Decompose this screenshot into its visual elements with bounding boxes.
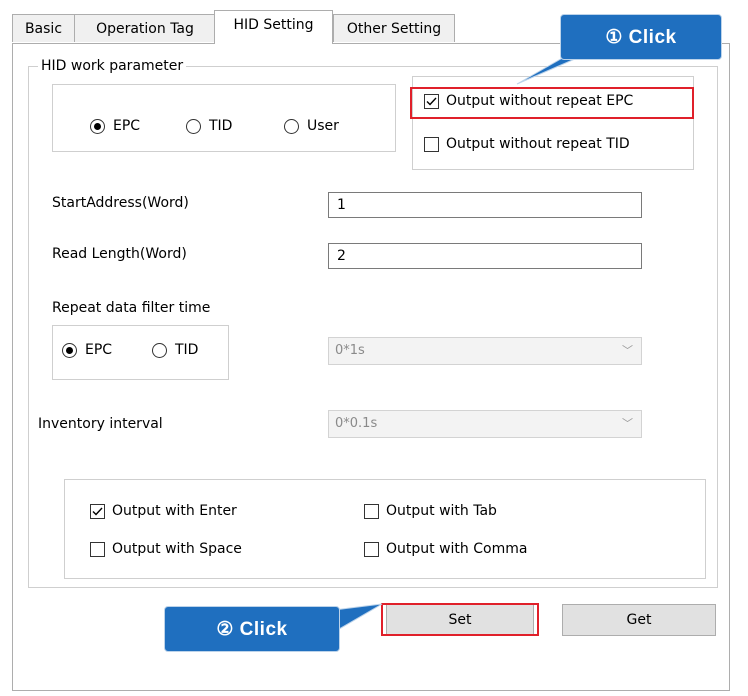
- radio-user-label: User: [307, 118, 339, 134]
- checkbox-output-with-tab[interactable]: Output with Tab: [364, 503, 497, 519]
- checkbox-label: Output without repeat TID: [446, 136, 630, 152]
- checkbox-output-without-repeat-tid[interactable]: Output without repeat TID: [424, 136, 630, 152]
- repeat-filter-combo-value: 0*1s: [335, 343, 365, 358]
- radio-epc-label: EPC: [113, 118, 141, 134]
- radio-user[interactable]: User: [284, 118, 339, 134]
- checkmark-icon: [92, 507, 103, 516]
- checkbox-label: Output with Tab: [386, 503, 497, 519]
- callout-2-pointer: [334, 603, 383, 633]
- highlight-box-1: [410, 87, 694, 119]
- radio-tid-dot: [186, 118, 201, 134]
- checkbox-box: [90, 503, 105, 519]
- highlight-box-2: [381, 603, 539, 636]
- radio-dot: [62, 342, 77, 358]
- checkbox-output-with-space[interactable]: Output with Space: [90, 541, 242, 557]
- inventory-interval-combo[interactable]: 0*0.1s ﹀: [328, 410, 642, 438]
- inventory-combo-value: 0*0.1s: [335, 416, 378, 431]
- checkbox-box: [364, 503, 379, 519]
- radio-dot: [152, 342, 167, 358]
- start-address-input[interactable]: 1: [328, 192, 642, 218]
- tab-operation-tag[interactable]: Operation Tag: [74, 14, 216, 42]
- radio-label: EPC: [85, 342, 113, 358]
- checkbox-label: Output with Comma: [386, 541, 528, 557]
- checkbox-box: [90, 541, 105, 557]
- radio-user-dot: [284, 118, 299, 134]
- checkbox-label: Output with Space: [112, 541, 242, 557]
- get-button[interactable]: Get: [562, 604, 716, 636]
- tab-other-setting[interactable]: Other Setting: [333, 14, 455, 42]
- read-length-input[interactable]: 2: [328, 243, 642, 269]
- group-title: HID work parameter: [38, 58, 187, 74]
- start-address-label: StartAddress(Word): [52, 195, 189, 211]
- repeat-filter-label: Repeat data filter time: [52, 300, 211, 316]
- callout-2: ② Click: [164, 606, 340, 652]
- checkbox-output-with-comma[interactable]: Output with Comma: [364, 541, 527, 557]
- radio-label: TID: [175, 342, 199, 358]
- radio-tid-label: TID: [209, 118, 233, 134]
- chevron-down-icon: ﹀: [622, 417, 633, 430]
- tab-basic[interactable]: Basic: [12, 14, 75, 42]
- inventory-interval-label: Inventory interval: [38, 416, 163, 432]
- tab-hid-setting[interactable]: HID Setting: [214, 10, 333, 44]
- radio-tid[interactable]: TID: [186, 118, 232, 134]
- checkbox-output-with-enter[interactable]: Output with Enter: [90, 503, 237, 519]
- output-options-group: [64, 479, 706, 579]
- repeat-radio-epc[interactable]: EPC: [62, 342, 112, 358]
- repeat-radio-tid[interactable]: TID: [152, 342, 198, 358]
- checkbox-label: Output with Enter: [112, 503, 237, 519]
- chevron-down-icon: ﹀: [622, 344, 633, 357]
- radio-epc-dot: [90, 118, 105, 134]
- repeat-filter-combo[interactable]: 0*1s ﹀: [328, 337, 642, 365]
- callout-1: ① Click: [560, 14, 722, 60]
- read-length-label: Read Length(Word): [52, 246, 187, 262]
- radio-epc[interactable]: EPC: [90, 118, 140, 134]
- checkbox-box: [424, 136, 439, 152]
- checkbox-box: [364, 541, 379, 557]
